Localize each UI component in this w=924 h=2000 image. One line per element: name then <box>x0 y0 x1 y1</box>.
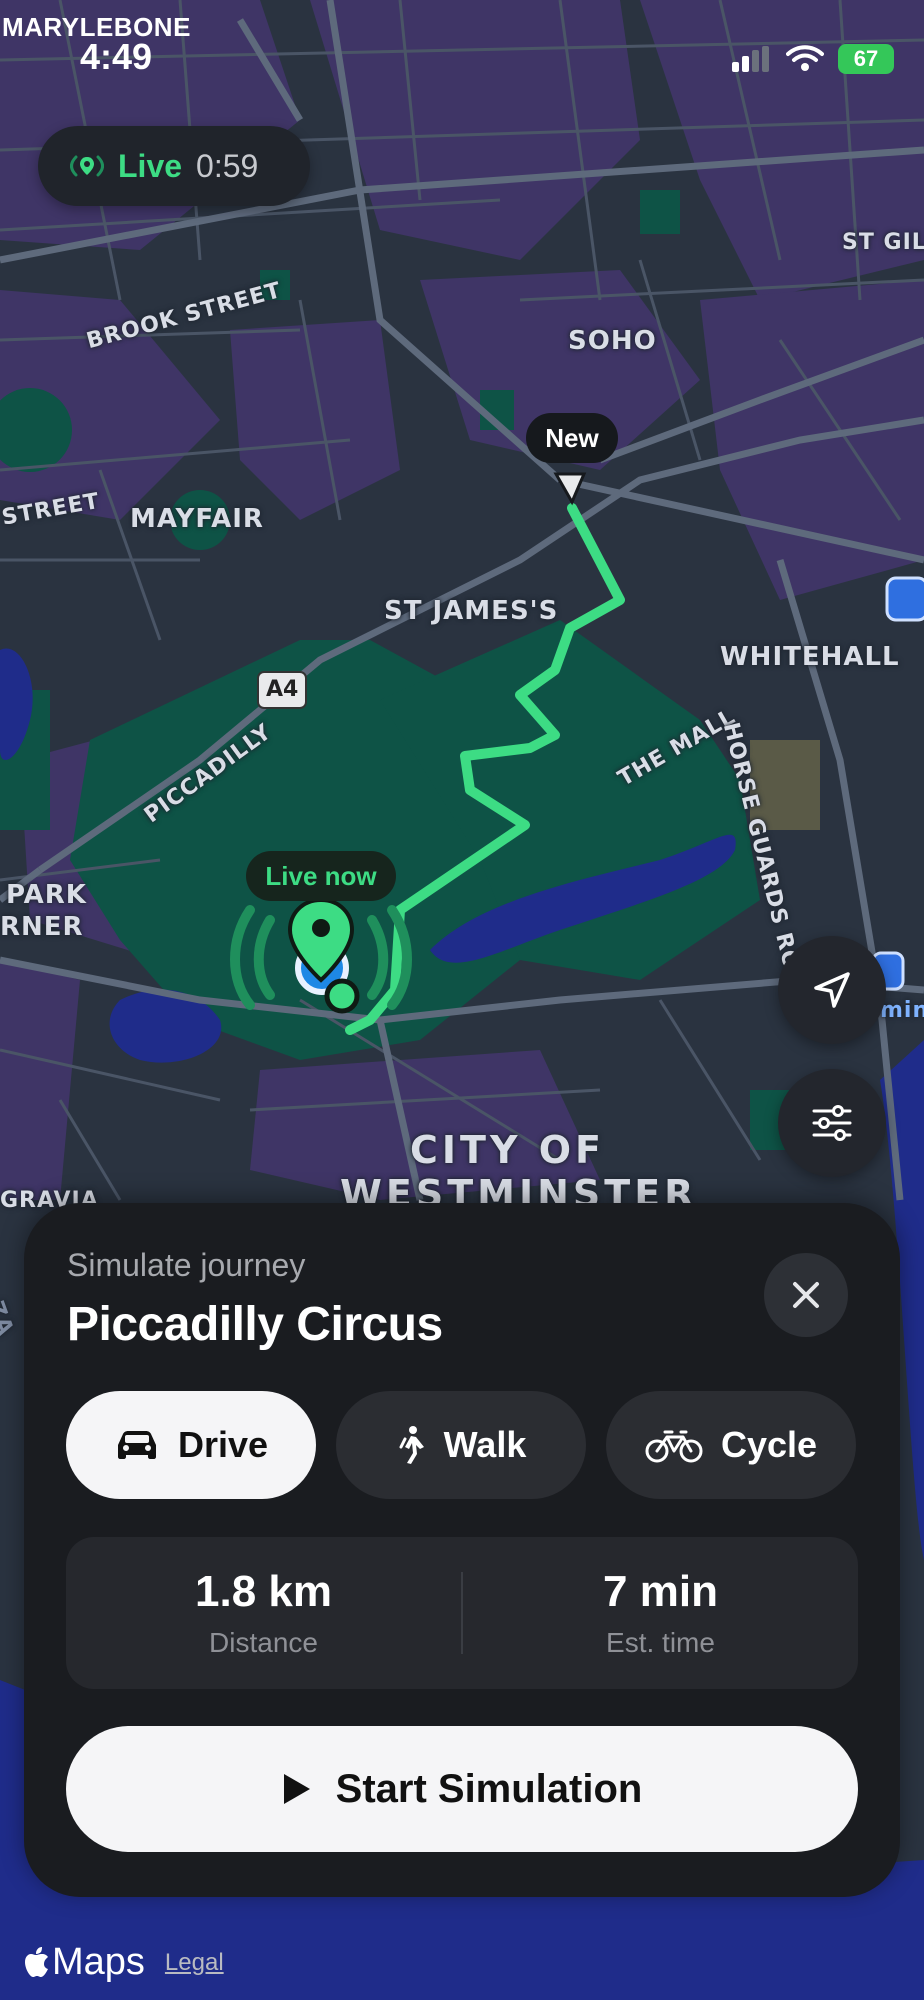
travel-mode-selector: Drive Walk Cycle <box>66 1391 856 1499</box>
sliders-icon <box>812 1105 852 1141</box>
maps-wordmark: Maps <box>52 1941 145 1983</box>
map-settings-button[interactable] <box>778 1069 886 1177</box>
wifi-icon <box>786 45 824 71</box>
mode-cycle-button[interactable]: Cycle <box>606 1391 856 1499</box>
live-session-pill[interactable]: Live 0:59 <box>38 126 310 206</box>
cellular-signal-icon <box>732 46 769 72</box>
simulate-journey-sheet: Simulate journey Piccadilly Circus Drive… <box>24 1203 900 1897</box>
map-label-mins: mins <box>880 998 924 1023</box>
live-timer: 0:59 <box>196 147 259 184</box>
time-value: 7 min <box>603 1567 718 1616</box>
mode-drive-button[interactable]: Drive <box>66 1391 316 1499</box>
bicycle-icon <box>645 1430 703 1463</box>
live-now-label[interactable]: Live now <box>246 851 396 901</box>
mode-drive-label: Drive <box>177 1424 269 1465</box>
car-icon <box>117 1431 156 1459</box>
journey-stats-card: 1.8 km Distance 7 min Est. time <box>66 1537 858 1689</box>
map-label-city-of: CITY OF <box>410 1128 605 1172</box>
locate-me-button[interactable] <box>778 936 886 1044</box>
location-arrow-icon <box>814 972 850 1008</box>
status-icons: 67 <box>732 44 894 74</box>
battery-icon: 67 <box>838 44 894 74</box>
distance-stat: 1.8 km Distance <box>66 1567 461 1659</box>
start-simulation-button[interactable]: Start Simulation <box>66 1726 858 1852</box>
map-label-mayfair: MAYFAIR <box>130 504 264 534</box>
map-label-corner: RNER <box>0 912 84 942</box>
map-label-st-giles: ST GILE <box>842 230 924 255</box>
start-simulation-label: Start Simulation <box>335 1766 643 1811</box>
legal-link[interactable]: Legal <box>165 1949 224 1977</box>
close-icon <box>793 1282 819 1308</box>
map-attribution: Maps Legal <box>24 1941 224 1984</box>
mode-walk-button[interactable]: Walk <box>336 1391 586 1499</box>
sheet-title: Piccadilly Circus <box>67 1298 443 1351</box>
play-icon <box>283 1774 310 1804</box>
train-station-icon <box>885 576 924 622</box>
sheet-subtitle: Simulate journey <box>67 1247 306 1283</box>
distance-caption: Distance <box>209 1627 318 1658</box>
apple-maps-logo: Maps <box>24 1941 145 1984</box>
destination-pin-label[interactable]: New <box>526 413 618 463</box>
map-label-st-james: ST JAMES'S <box>384 596 559 626</box>
mode-walk-label: Walk <box>443 1424 527 1465</box>
status-bar: MARYLEBONE 4:49 67 <box>0 0 924 80</box>
map-label-soho: SOHO <box>568 326 657 356</box>
time-stat: 7 min Est. time <box>463 1567 858 1659</box>
mode-cycle-label: Cycle <box>720 1424 818 1465</box>
apple-logo-icon <box>25 1946 48 1977</box>
a4-road-label: A4 <box>266 677 299 702</box>
live-broadcast-icon <box>70 155 104 177</box>
map-label-whitehall: WHITEHALL <box>720 642 900 672</box>
route-start-icon <box>324 978 360 1014</box>
status-time: 4:49 <box>80 36 153 77</box>
walk-icon <box>399 1426 424 1464</box>
map-label-park: PARK <box>6 880 87 910</box>
time-caption: Est. time <box>606 1627 715 1658</box>
close-button[interactable] <box>764 1253 848 1337</box>
distance-value: 1.8 km <box>195 1567 332 1616</box>
live-label: Live <box>118 147 183 184</box>
